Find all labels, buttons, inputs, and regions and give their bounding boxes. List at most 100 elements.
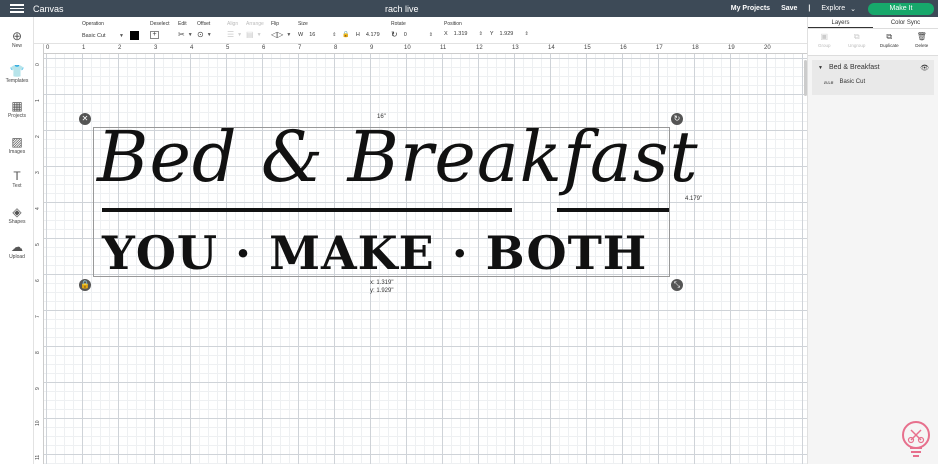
chevron-down-icon[interactable]: ▼ <box>237 32 242 38</box>
lock-icon[interactable]: 🔒 <box>342 31 349 38</box>
operation-select[interactable]: Basic Cut <box>82 33 116 39</box>
ruler-tick-label: 18 <box>692 45 699 51</box>
my-projects-link[interactable]: My Projects <box>731 5 770 12</box>
ruler-tick-label: 7 <box>298 45 302 51</box>
flip-label: Flip <box>271 21 280 27</box>
deselect-button[interactable]: + <box>150 31 159 39</box>
ruler-tick-label: 19 <box>728 45 735 51</box>
panel-tabs: Layers Color Sync <box>808 17 938 29</box>
save-link[interactable]: Save <box>781 5 797 12</box>
layer-thumbnail: B&B <box>824 79 834 85</box>
tab-color-sync[interactable]: Color Sync <box>873 17 938 28</box>
width-stepper-icon[interactable]: ⇕ <box>332 32 336 38</box>
chevron-down-icon[interactable]: ▼ <box>188 32 193 38</box>
width-input[interactable]: 16 <box>309 32 329 38</box>
ruler-tick-label: 0 <box>46 45 50 51</box>
ruler-tick-label: 12 <box>476 45 483 51</box>
ruler-tick-label: 6 <box>262 45 266 51</box>
y-stepper-icon[interactable]: ⇕ <box>525 31 529 37</box>
sidebar-label: New <box>11 43 22 49</box>
offset-icon[interactable]: ⊙ <box>197 31 204 39</box>
sidebar-item-new[interactable]: ⊕ New <box>0 29 34 49</box>
rotate-group: Rotate ↻ 0 ⇕ <box>391 21 433 39</box>
sidebar-item-projects[interactable]: ▦ Projects <box>0 99 34 119</box>
selection-box[interactable] <box>93 127 670 277</box>
scissors-icon[interactable]: ✂ <box>178 31 185 39</box>
arrange-group: Arrange ▤ ▼ <box>246 21 264 39</box>
y-prefix: Y <box>489 31 494 37</box>
ruler-tick-label: 4 <box>35 207 41 210</box>
rotate-icon: ↻ <box>391 30 398 39</box>
lock-handle-icon[interactable]: 🔒 <box>79 279 91 291</box>
ruler-tick-label: 10 <box>404 45 411 51</box>
deselect-group: Deselect + <box>150 21 169 39</box>
top-bar: Canvas rach live My Projects Save | Expl… <box>0 0 938 17</box>
chevron-down-icon: ⌄ <box>850 5 856 13</box>
duplicate-button[interactable]: ⧉ Duplicate <box>873 29 906 55</box>
position-x-readout: x: 1.319" <box>370 280 394 286</box>
edit-toolbar: Operation Basic Cut ▼ Deselect + Edit ✂ ▼… <box>34 17 807 44</box>
flip-icon[interactable]: ◁▷ <box>271 31 283 39</box>
ungroup-label: Ungroup <box>848 43 866 48</box>
chevron-down-icon[interactable]: ▼ <box>119 33 124 39</box>
collapse-caret-icon[interactable]: ▼ <box>818 65 823 71</box>
ruler-tick-label: 17 <box>656 45 663 51</box>
explore-dropdown[interactable]: Explore ⌄ <box>821 5 856 13</box>
align-group: Align ☰ ▼ <box>227 21 242 39</box>
sidebar-label: Projects <box>7 113 27 119</box>
design-canvas[interactable]: 0 1 2 3 4 5 6 7 8 9 10 11 12 13 14 15 16… <box>34 44 807 464</box>
x-stepper-icon[interactable]: ⇕ <box>479 31 483 37</box>
ruler-tick-label: 8 <box>334 45 338 51</box>
align-icon[interactable]: ☰ <box>227 31 234 39</box>
sidebar-label: Upload <box>9 254 25 260</box>
explore-label: Explore <box>821 5 846 12</box>
sidebar-item-templates[interactable]: 👕 Templates <box>0 64 34 84</box>
delete-button[interactable]: 🗑 Delete <box>906 29 938 55</box>
eye-icon[interactable]: 👁 <box>920 64 929 72</box>
ruler-tick-label: 9 <box>370 45 374 51</box>
group-button[interactable]: ▣ Group <box>808 29 841 55</box>
rotate-stepper-icon[interactable]: ⇕ <box>429 32 433 38</box>
ruler-tick-label: 15 <box>584 45 591 51</box>
edit-label: Edit <box>178 21 187 27</box>
position-label: Position <box>444 21 462 27</box>
sidebar-item-images[interactable]: ▨ Images <box>0 135 34 155</box>
rotate-input[interactable]: 0 <box>404 32 426 38</box>
height-input[interactable]: 4.179 <box>366 32 388 38</box>
height-dimension-label: 4.179" <box>685 196 703 202</box>
resize-handle-icon[interactable]: ⤡ <box>671 279 683 291</box>
delete-handle-icon[interactable]: ✕ <box>79 113 91 125</box>
rotate-handle-icon[interactable]: ↻ <box>671 113 683 125</box>
ruler-tick-label: 5 <box>35 243 41 246</box>
chevron-down-icon[interactable]: ▼ <box>257 32 262 38</box>
sidebar-label: Shapes <box>8 219 26 225</box>
y-input[interactable]: 1.929 <box>500 31 522 37</box>
tab-layers[interactable]: Layers <box>808 17 873 28</box>
document-title: rach live <box>385 4 419 14</box>
deselect-label: Deselect <box>150 21 170 27</box>
chevron-down-icon[interactable]: ▼ <box>207 32 212 38</box>
ruler-left: 0 1 2 3 4 5 6 7 8 9 10 11 <box>34 44 44 464</box>
ruler-tick-label: 1 <box>35 99 41 102</box>
ruler-tick-label: 6 <box>35 279 41 282</box>
size-group: Size W 16 ⇕ 🔒 H 4.179 ⇕ <box>298 21 395 38</box>
layer-item[interactable]: B&B Basic Cut <box>824 79 865 85</box>
height-prefix: H <box>355 31 360 38</box>
sidebar-item-upload[interactable]: ☁ Upload <box>0 240 34 260</box>
edit-group: Edit ✂ ▼ <box>178 21 193 39</box>
hamburger-menu-icon[interactable] <box>10 4 24 13</box>
ruler-tick-label: 2 <box>35 135 41 138</box>
ruler-tick-label: 16 <box>620 45 627 51</box>
color-swatch[interactable] <box>129 31 139 40</box>
x-input[interactable]: 1.319 <box>454 31 476 37</box>
width-prefix: W <box>298 31 304 38</box>
sidebar-label: Images <box>8 149 26 155</box>
sidebar-item-shapes[interactable]: ◈ Shapes <box>0 205 34 225</box>
sidebar-item-text[interactable]: T Text <box>0 169 34 189</box>
ungroup-button[interactable]: ⧉ Ungroup <box>841 29 874 55</box>
arrange-icon[interactable]: ▤ <box>246 31 254 39</box>
chevron-down-icon[interactable]: ▼ <box>286 32 291 38</box>
ruler-tick-label: 2 <box>118 45 122 51</box>
layer-group-item[interactable]: ▼ Bed & Breakfast 👁 B&B Basic Cut <box>812 60 934 95</box>
make-it-button[interactable]: Make It <box>868 2 934 15</box>
